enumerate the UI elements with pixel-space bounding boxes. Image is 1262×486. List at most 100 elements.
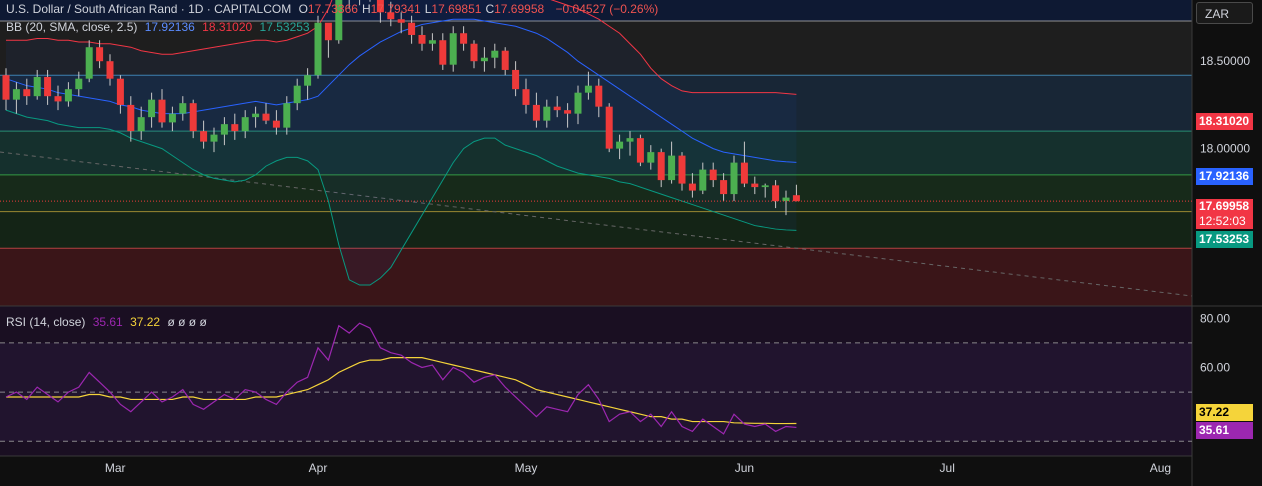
candle-body bbox=[720, 180, 728, 195]
candle-body bbox=[220, 124, 228, 135]
price-zone-4 bbox=[0, 174, 1192, 212]
ohlc-value-l: 17.69851 bbox=[431, 2, 482, 16]
rsi-extra: ø ø ø ø bbox=[167, 315, 207, 329]
candle-body bbox=[168, 113, 176, 123]
close-price-tag: 17.69958 bbox=[1196, 199, 1253, 214]
candle-body bbox=[85, 47, 93, 79]
candle-body bbox=[730, 162, 738, 195]
ohlc-label-c: C bbox=[485, 2, 495, 16]
bb-legend: BB (20, SMA, close, 2.5) 17.92136 18.310… bbox=[6, 20, 314, 34]
candle bbox=[605, 103, 613, 153]
candle-body bbox=[761, 185, 769, 188]
candle-body bbox=[96, 47, 104, 62]
candle-body bbox=[12, 89, 20, 100]
candle-body bbox=[636, 138, 644, 163]
candle-body bbox=[44, 76, 52, 97]
candle-body bbox=[179, 103, 187, 114]
candle-body bbox=[584, 85, 592, 93]
ohlc-label-h: H bbox=[361, 2, 371, 16]
candle-body bbox=[605, 106, 613, 149]
candle-body bbox=[792, 195, 800, 202]
candle-body bbox=[408, 22, 416, 35]
candle-body bbox=[106, 61, 114, 79]
candle-body bbox=[272, 120, 280, 128]
bb-upper-value: 18.31020 bbox=[202, 20, 253, 34]
candle-body bbox=[668, 155, 676, 181]
candle-body bbox=[512, 69, 520, 90]
rsi-ma-tag: 37.22 bbox=[1196, 404, 1253, 421]
candle-body bbox=[782, 197, 790, 202]
rsi-value: 35.61 bbox=[92, 315, 123, 329]
candle-body bbox=[595, 85, 603, 107]
candle-body bbox=[64, 89, 72, 102]
candle-body bbox=[252, 113, 260, 118]
candle-body bbox=[158, 99, 166, 123]
rsi-ma-value: 37.22 bbox=[130, 315, 161, 329]
time-tick-label: May bbox=[515, 461, 538, 475]
candle bbox=[314, 15, 322, 79]
currency-button[interactable]: ZAR bbox=[1196, 2, 1253, 24]
rsi-label: RSI (14, close) bbox=[6, 315, 86, 329]
candle-body bbox=[616, 141, 624, 149]
candle-body bbox=[127, 104, 135, 132]
basis-tag: 17.92136 bbox=[1196, 168, 1253, 185]
price-zone-6 bbox=[0, 248, 1192, 306]
candle-body bbox=[470, 43, 478, 62]
time-tick-label: Jun bbox=[735, 461, 754, 475]
candle-body bbox=[564, 110, 572, 114]
candle-body bbox=[522, 89, 530, 105]
candle-body bbox=[116, 78, 124, 105]
candle-body bbox=[439, 40, 447, 65]
time-tick-label: Mar bbox=[105, 461, 126, 475]
lower-band-tag: 17.53253 bbox=[1196, 231, 1253, 248]
candle-body bbox=[709, 169, 717, 181]
price-tick-label: 18.00000 bbox=[1200, 142, 1250, 156]
candle-body bbox=[491, 50, 499, 58]
candle-body bbox=[751, 183, 759, 188]
symbol-title: U.S. Dollar / South African Rand · 1D · … bbox=[6, 2, 292, 16]
countdown-tag: 12:52:03 bbox=[1196, 214, 1253, 229]
candle-body bbox=[449, 33, 457, 65]
candle-body bbox=[23, 89, 31, 97]
candle-body bbox=[283, 103, 291, 128]
candle-body bbox=[428, 40, 436, 44]
candle-body bbox=[148, 99, 156, 118]
candle-body bbox=[314, 22, 322, 76]
candle-body bbox=[460, 33, 468, 44]
candle-body bbox=[54, 96, 62, 102]
price-tick-label: 18.50000 bbox=[1200, 54, 1250, 68]
rsi-tag: 35.61 bbox=[1196, 422, 1253, 439]
bb-lower-value: 17.53253 bbox=[259, 20, 310, 34]
candle-body bbox=[418, 34, 426, 44]
candle-body bbox=[324, 22, 332, 41]
symbol-legend: U.S. Dollar / South African Rand · 1D · … bbox=[6, 2, 662, 16]
ohlc-value-o: 17.73366 bbox=[307, 2, 358, 16]
candle-body bbox=[480, 57, 488, 62]
rsi-tick-label: 60.00 bbox=[1200, 360, 1230, 374]
price-zone-5 bbox=[0, 211, 1192, 249]
candle-body bbox=[241, 117, 249, 132]
candle-body bbox=[75, 78, 83, 90]
candle-body bbox=[657, 152, 665, 181]
candle-body bbox=[543, 106, 551, 121]
candle-body bbox=[626, 138, 634, 142]
candle-body bbox=[699, 169, 707, 191]
time-tick-label: Aug bbox=[1150, 461, 1171, 475]
candle-body bbox=[740, 162, 748, 184]
upper-band-tag: 18.31020 bbox=[1196, 113, 1253, 130]
candle-body bbox=[231, 124, 239, 132]
bb-basis-value: 17.92136 bbox=[144, 20, 195, 34]
candle-body bbox=[304, 75, 312, 86]
candle-body bbox=[210, 134, 218, 142]
candle-body bbox=[33, 76, 41, 97]
candle-body bbox=[262, 113, 270, 121]
candle-body bbox=[189, 103, 197, 132]
price-change: −0.04527 (−0.26%) bbox=[555, 2, 659, 16]
candle-body bbox=[772, 185, 780, 202]
ohlc-value-c: 17.69958 bbox=[494, 2, 545, 16]
rsi-tick-label: 80.00 bbox=[1200, 311, 1230, 325]
chart-svg[interactable]: 18.50000 18.00000 80.00 60.00 Mar Apr May Jun Ju… bbox=[0, 0, 1262, 486]
candle-body bbox=[137, 117, 145, 132]
candle-body bbox=[647, 152, 655, 163]
candle-body bbox=[293, 85, 301, 104]
